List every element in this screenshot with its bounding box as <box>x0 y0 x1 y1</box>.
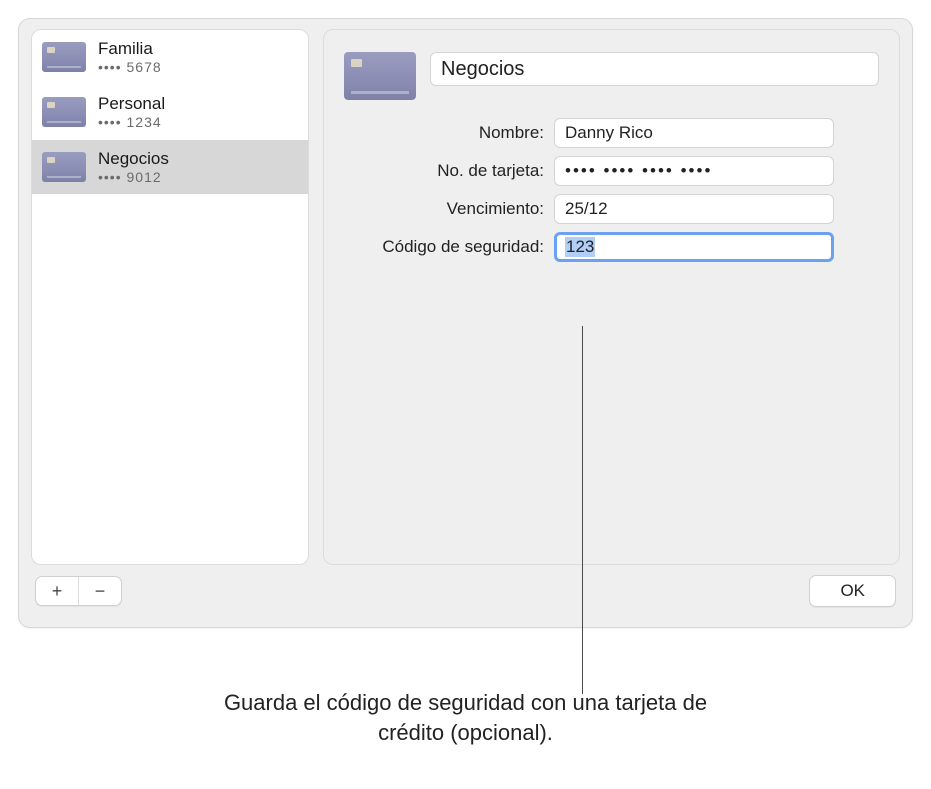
label-name: Nombre: <box>344 123 544 143</box>
label-expiry: Vencimiento: <box>344 199 544 219</box>
ok-label: OK <box>840 581 865 600</box>
bottom-bar: + − OK <box>19 565 912 627</box>
remove-button[interactable]: − <box>79 577 121 605</box>
add-button[interactable]: + <box>36 577 78 605</box>
autofill-window: Familia •••• 5678 Personal •••• 1234 Neg… <box>18 18 913 628</box>
card-item-masked: •••• 1234 <box>98 114 165 132</box>
card-title-field[interactable]: Negocios <box>430 52 879 86</box>
card-item-label: Familia <box>98 38 162 59</box>
card-number-field[interactable]: •••• •••• •••• •••• <box>554 156 834 186</box>
security-code-value: 123 <box>565 237 595 257</box>
name-field[interactable]: Danny Rico <box>554 118 834 148</box>
card-icon <box>42 97 86 127</box>
ok-button[interactable]: OK <box>809 575 896 607</box>
card-number-value: •••• •••• •••• •••• <box>565 161 712 181</box>
callout-line <box>582 326 583 694</box>
caption: Guarda el código de seguridad con una ta… <box>0 688 931 747</box>
card-item-masked: •••• 5678 <box>98 59 162 77</box>
card-item-personal[interactable]: Personal •••• 1234 <box>32 85 308 140</box>
minus-icon: − <box>95 581 106 602</box>
card-item-label: Personal <box>98 93 165 114</box>
card-icon <box>42 152 86 182</box>
security-code-field[interactable]: 123 <box>554 232 834 262</box>
card-icon <box>42 42 86 72</box>
name-value: Danny Rico <box>565 123 653 143</box>
card-detail-panel: Negocios Nombre: Danny Rico No. de tarje… <box>323 29 900 565</box>
add-remove-segment: + − <box>35 576 122 606</box>
card-item-masked: •••• 9012 <box>98 169 169 187</box>
cards-sidebar: Familia •••• 5678 Personal •••• 1234 Neg… <box>31 29 309 565</box>
window-body: Familia •••• 5678 Personal •••• 1234 Neg… <box>19 19 912 565</box>
card-icon <box>344 52 416 100</box>
label-card-number: No. de tarjeta: <box>344 161 544 181</box>
card-title-value: Negocios <box>441 58 524 81</box>
expiry-field[interactable]: 25/12 <box>554 194 834 224</box>
card-item-familia[interactable]: Familia •••• 5678 <box>32 30 308 85</box>
caption-text: Guarda el código de seguridad con una ta… <box>206 688 726 747</box>
card-item-negocios[interactable]: Negocios •••• 9012 <box>32 140 308 195</box>
expiry-value: 25/12 <box>565 199 608 219</box>
card-item-label: Negocios <box>98 148 169 169</box>
label-security-code: Código de seguridad: <box>344 237 544 257</box>
plus-icon: + <box>52 581 63 602</box>
